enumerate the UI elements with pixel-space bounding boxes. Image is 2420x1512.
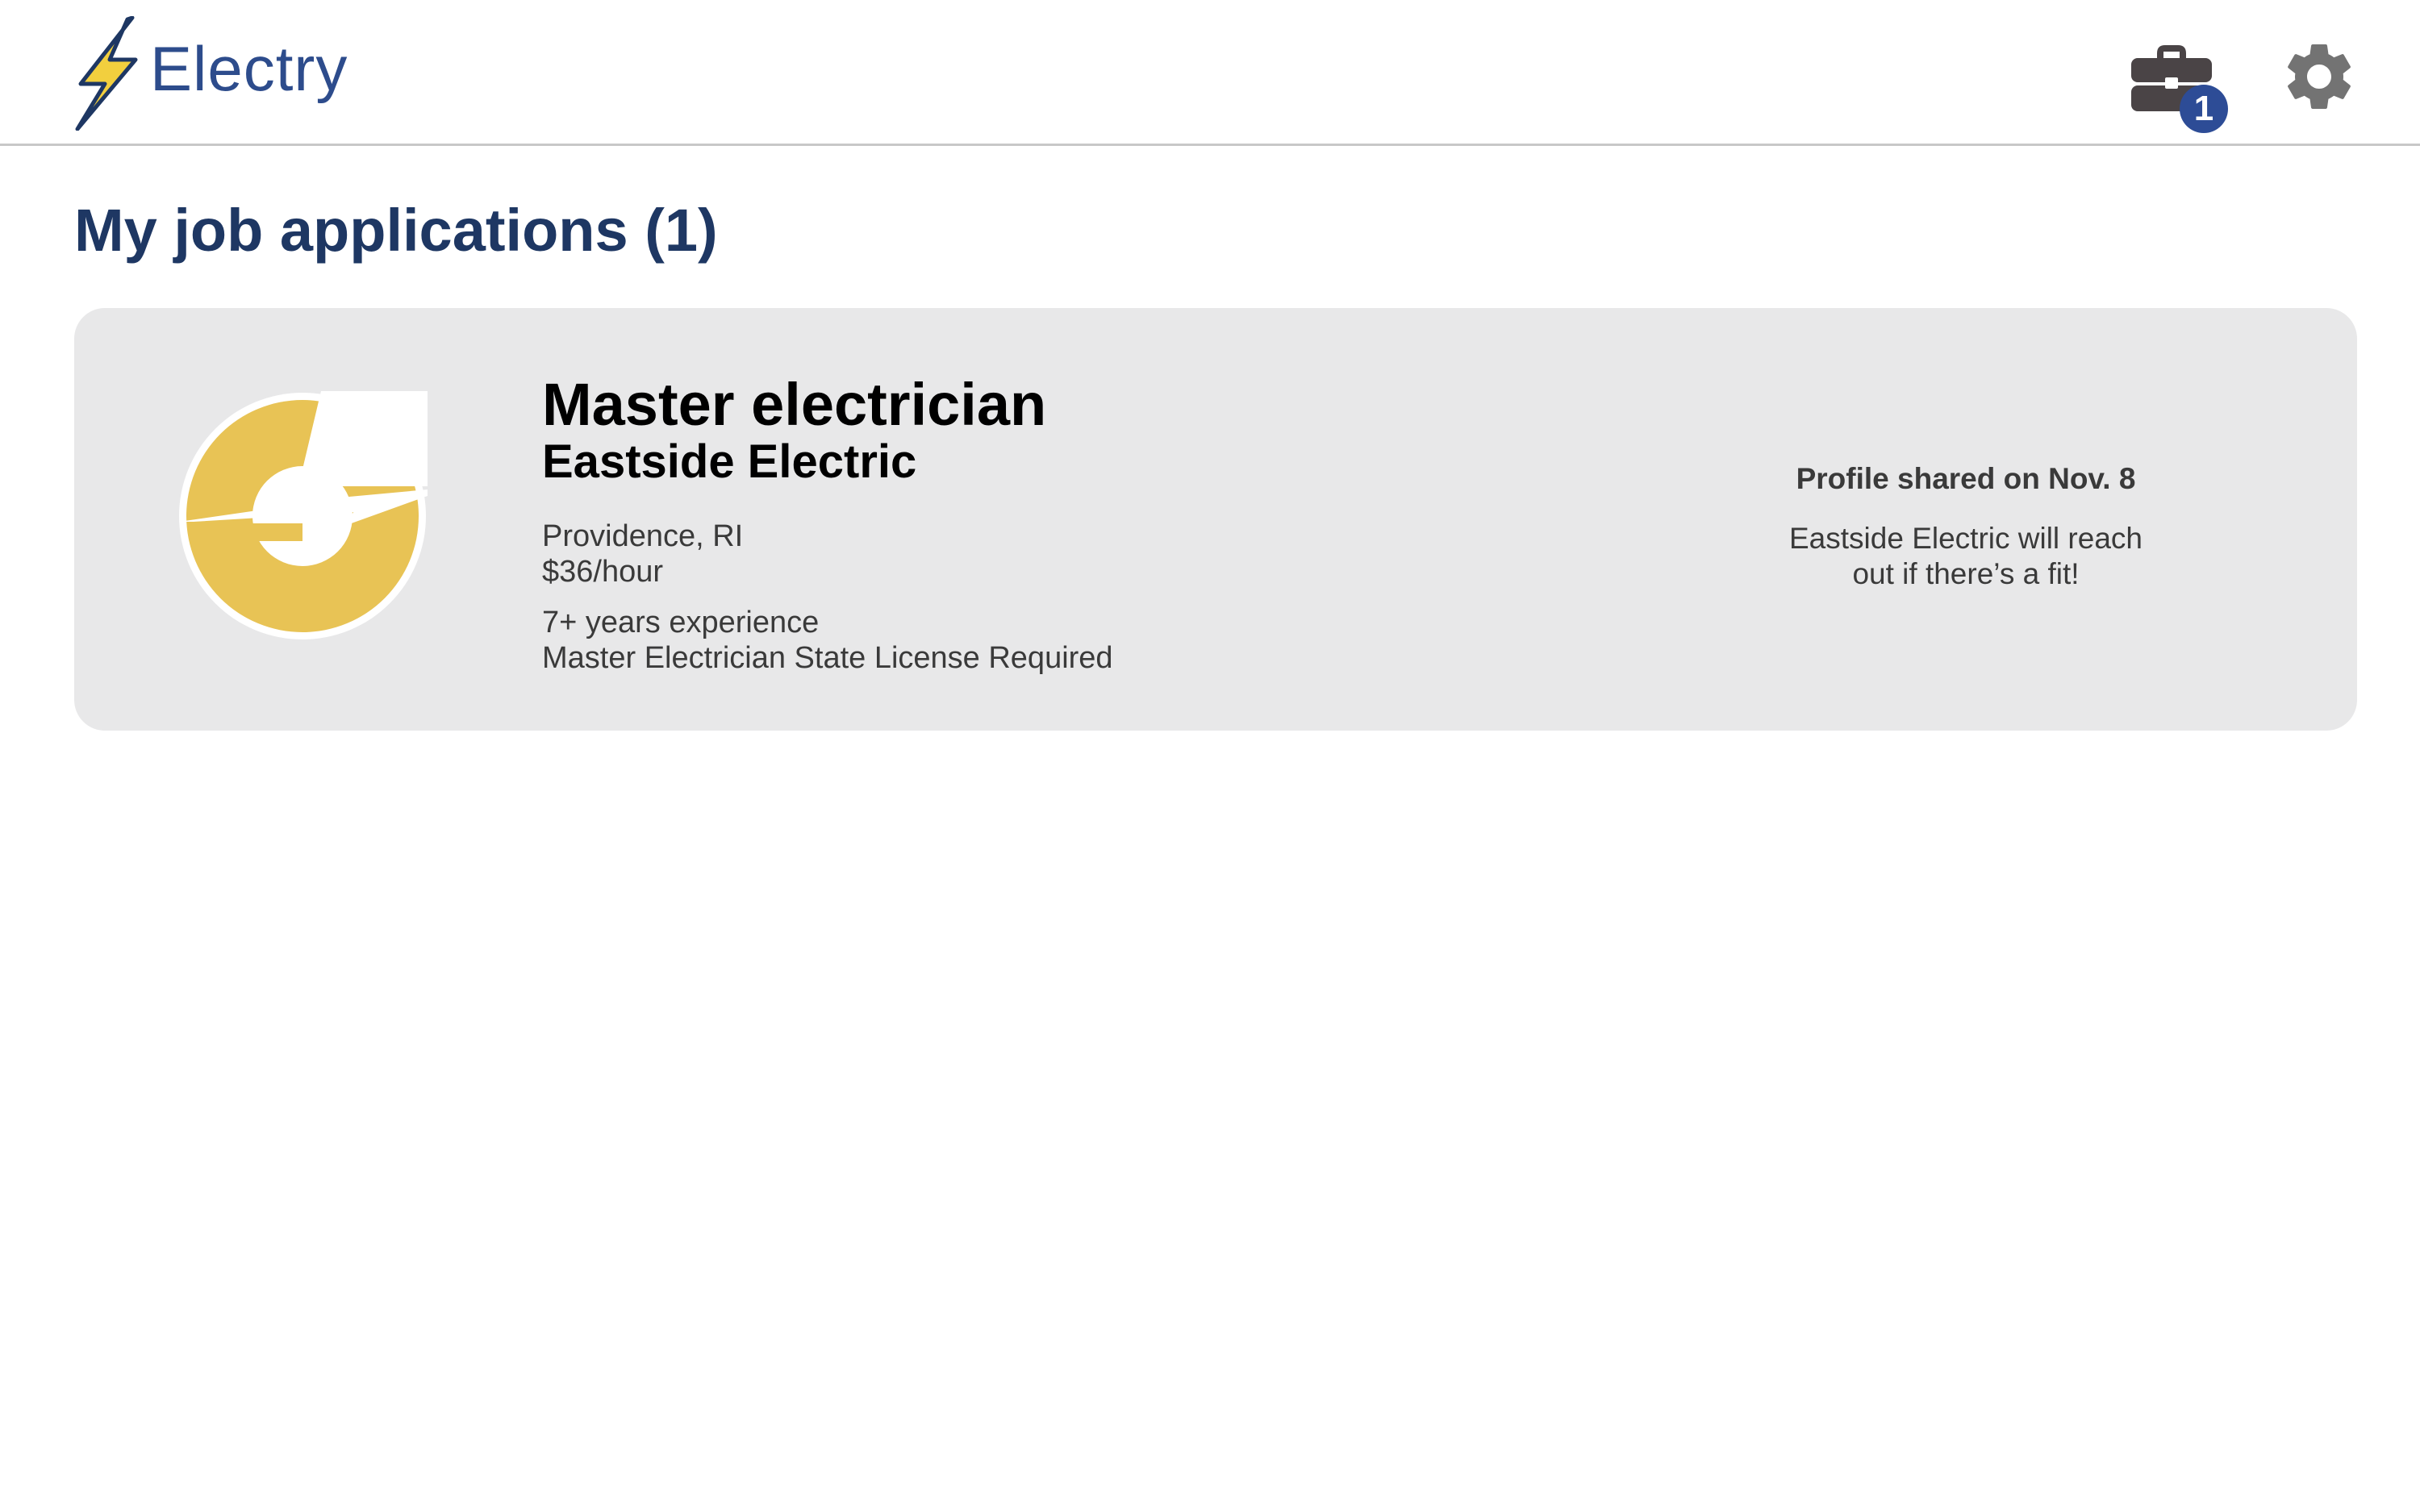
- lightning-bolt-icon: [75, 16, 138, 131]
- job-pay: $36/hour: [542, 555, 664, 589]
- status-title: Profile shared on Nov. 8: [1796, 462, 2136, 495]
- applications-count-badge: 1: [2180, 85, 2228, 133]
- app-header: Electry 1: [0, 0, 2420, 146]
- job-license: Master Electrician State License Require…: [542, 641, 1113, 675]
- brand-name[interactable]: Electry: [150, 32, 348, 105]
- gear-icon[interactable]: [2279, 36, 2360, 117]
- job-applications-button[interactable]: 1: [2122, 32, 2234, 137]
- status-message-line-2: out if there’s a fit!: [1852, 557, 2080, 590]
- application-status: Profile shared on Nov. 8 Eastside Electr…: [1776, 461, 2155, 592]
- status-message-line-1: Eastside Electric will reach: [1789, 522, 2143, 555]
- job-application-card[interactable]: Master electrician Eastside Electric Pro…: [74, 308, 2357, 731]
- company-logo: [179, 391, 428, 639]
- company-name: Eastside Electric: [542, 435, 917, 488]
- job-title[interactable]: Master electrician: [542, 369, 1046, 441]
- job-location: Providence, RI: [542, 519, 744, 553]
- page-title: My job applications (1): [74, 197, 718, 264]
- job-experience: 7+ years experience: [542, 606, 820, 639]
